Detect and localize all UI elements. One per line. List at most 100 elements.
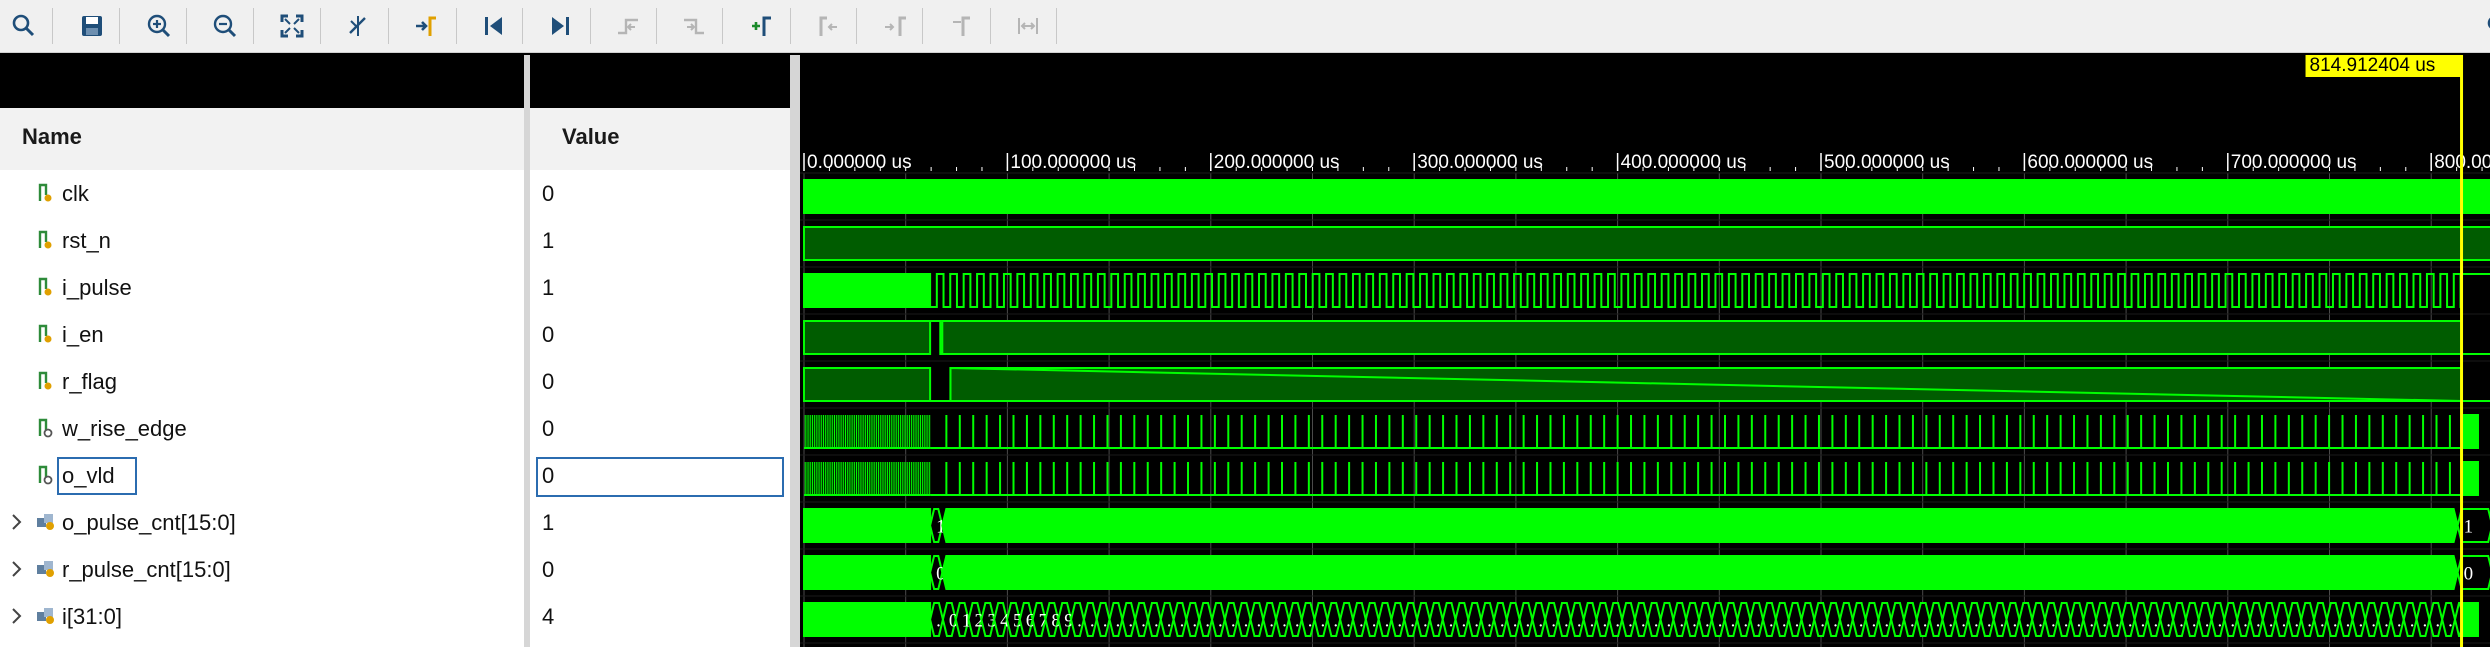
next-transition-icon [684, 18, 704, 35]
waveform-canvas[interactable]: 0.000000 us 100.000000 us 200.000000 us 300… [800, 55, 2490, 647]
previous-marker-icon [819, 16, 837, 36]
bus-value-label: . [1103, 611, 1108, 632]
value-row[interactable]: 0 [530, 405, 790, 452]
go-to-end-button[interactable] [540, 6, 580, 46]
bus-value-label: . [1256, 611, 1261, 632]
bus-value-label: . [1743, 611, 1748, 632]
dense-activity-block [803, 273, 932, 308]
signal-row[interactable]: r_flag [0, 358, 524, 405]
bus-value-label: . [1756, 611, 1761, 632]
bus-value-label: . [1141, 611, 1146, 632]
save-button[interactable] [72, 6, 112, 46]
signal-row[interactable]: i[31:0] [0, 593, 524, 640]
bus-segment[interactable] [941, 508, 2459, 543]
bus-value-label: . [2141, 611, 2146, 632]
overflow-icon [2487, 17, 2490, 29]
signal-waveform[interactable] [930, 273, 2490, 308]
chevron-right-icon[interactable] [10, 560, 24, 578]
chevron-right-icon[interactable] [10, 607, 24, 625]
cursor-to-zero-button[interactable] [338, 6, 378, 46]
value-row[interactable]: 4 [530, 593, 790, 640]
dense-activity-block [803, 602, 932, 637]
bus-value-label: . [1449, 611, 1454, 632]
signal-name: rst_n [62, 228, 111, 253]
bus-value-label: . [1731, 611, 1736, 632]
bus-value-label: . [1718, 611, 1723, 632]
logic-signal-icon [38, 371, 52, 390]
value-row[interactable]: 1 [530, 217, 790, 264]
cursor-time-label: 814.912404 us [2310, 55, 2436, 76]
signal-row[interactable]: i_en [0, 311, 524, 358]
signal-row[interactable]: clk [0, 170, 524, 217]
measure-button [1008, 6, 1048, 46]
signal-row[interactable]: r_pulse_cnt[15:0] [0, 546, 524, 593]
search-button[interactable] [4, 6, 44, 46]
value-row[interactable]: 0 [530, 170, 790, 217]
value-row[interactable]: 0 [530, 546, 790, 593]
signal-row[interactable]: o_vld [0, 452, 524, 499]
bus-value-label: . [1872, 611, 1877, 632]
pane-splitter[interactable] [790, 55, 800, 647]
bus-value-label: . [1244, 611, 1249, 632]
tick-label: 200.000000 us [1214, 152, 1340, 173]
bus-segment[interactable] [941, 555, 2459, 590]
bus-value-label: . [2410, 611, 2415, 632]
bus-value-label: . [1116, 611, 1121, 632]
bus-value-label: . [1218, 611, 1223, 632]
bus-value-label: . [1974, 611, 1979, 632]
bus-value-label: . [1128, 611, 1133, 632]
previous-marker-button [808, 6, 848, 46]
bus-value-label: . [1846, 611, 1851, 632]
dense-activity-block [803, 179, 2490, 214]
bus-value-label: . [1295, 611, 1300, 632]
signal-row[interactable]: i_pulse [0, 264, 524, 311]
bus-value-label: . [2307, 611, 2312, 632]
bus-value-label: . [1782, 611, 1787, 632]
signal-row[interactable]: w_rise_edge [0, 405, 524, 452]
signal-value: 0 [542, 322, 555, 347]
name-column-header[interactable]: Name [0, 108, 525, 170]
toolbar-separator [253, 8, 254, 44]
bus-value-label: . [1321, 611, 1326, 632]
toolbar-separator [320, 8, 321, 44]
bus-value-label: . [1154, 611, 1159, 632]
value-row[interactable]: 0 [530, 358, 790, 405]
value-row[interactable]: 0 [530, 452, 790, 499]
value-row[interactable]: 1 [530, 499, 790, 546]
toolbar-separator [656, 8, 657, 44]
zoom-out-button[interactable] [205, 6, 245, 46]
bus-value-label: . [1667, 611, 1672, 632]
bus-value-label: . [1628, 611, 1633, 632]
value-row[interactable]: 0 [530, 311, 790, 358]
value-row[interactable]: 1 [530, 264, 790, 311]
overflow-button[interactable] [2470, 6, 2490, 46]
logic-signal-icon [38, 230, 52, 249]
waveform-viewer[interactable]: 0.000000 us 100.000000 us 200.000000 us 300… [800, 55, 2490, 647]
bus-value-label: . [1820, 611, 1825, 632]
bus-value-label: . [1269, 611, 1274, 632]
zoom-fit-button[interactable] [272, 6, 312, 46]
signal-row[interactable]: rst_n [0, 217, 524, 264]
previous-transition-icon [618, 18, 638, 35]
bus-value-label: . [1987, 611, 1992, 632]
bus-value-label: . [2192, 611, 2197, 632]
bus-value-label: . [1833, 611, 1838, 632]
name-header-label: Name [22, 124, 82, 149]
go-to-start-button[interactable] [474, 6, 514, 46]
tick-label: 500.000000 us [1824, 152, 1950, 173]
add-marker-button[interactable] [741, 6, 781, 46]
bus-value-label: . [1487, 611, 1492, 632]
signal-value: 0 [542, 369, 555, 394]
cursor-to-zero-icon [349, 16, 366, 36]
zoom-in-button[interactable] [139, 6, 179, 46]
tick-label: 400.000000 us [1621, 152, 1747, 173]
chevron-right-icon[interactable] [10, 513, 24, 531]
go-to-cursor-button[interactable] [406, 6, 446, 46]
wire-signal-icon [38, 418, 53, 438]
bus-value-label: . [1333, 611, 1338, 632]
bus-value-label: . [1385, 611, 1390, 632]
bus-value-label: . [2205, 611, 2210, 632]
toolbar-separator [456, 8, 457, 44]
value-column-header[interactable]: Value [530, 108, 790, 170]
signal-row[interactable]: o_pulse_cnt[15:0] [0, 499, 524, 546]
